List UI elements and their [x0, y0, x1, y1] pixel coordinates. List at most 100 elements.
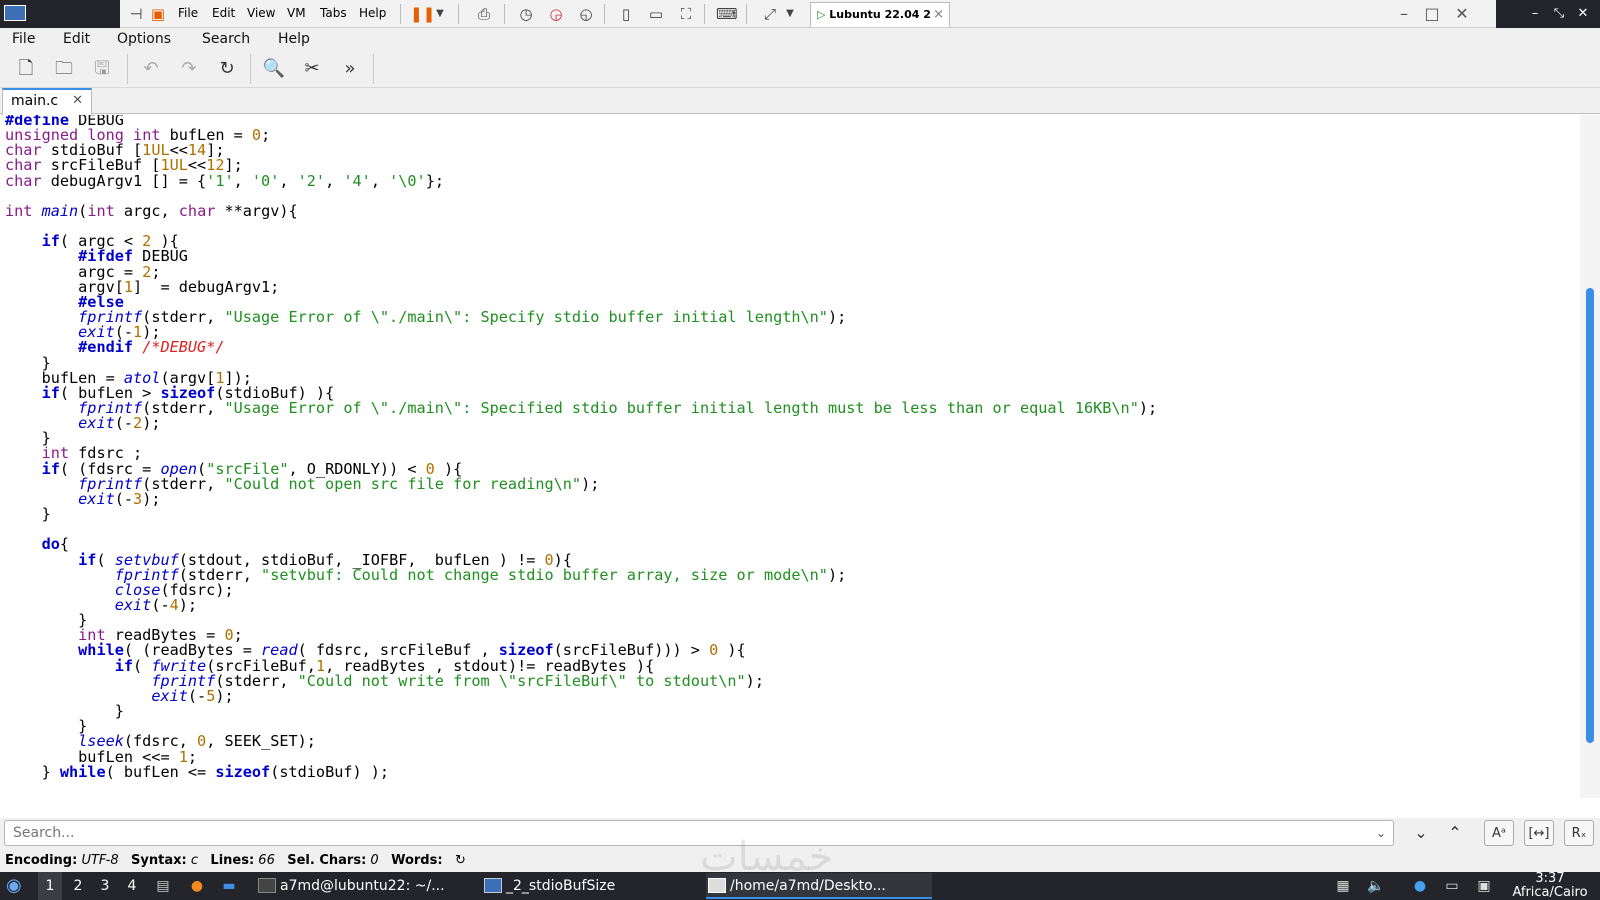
start-menu-icon[interactable]: ◉ — [6, 872, 30, 900]
host-close-icon[interactable]: ✕ — [1574, 4, 1592, 24]
taskbar-window-label: _2_stdioBufSize — [506, 878, 616, 894]
menu-edit[interactable]: Edit — [63, 28, 90, 50]
update-notifier-icon[interactable]: ● — [1410, 876, 1430, 896]
desktop-2[interactable]: 2 — [66, 872, 90, 900]
close-icon[interactable]: × — [933, 7, 944, 22]
selchars-value: 0 — [370, 853, 379, 868]
clock[interactable]: 3:37 Africa/Cairo — [1502, 872, 1598, 900]
whole-word-icon[interactable]: [↔] — [1524, 820, 1554, 846]
selchars-label: Sel. Chars: — [287, 853, 367, 868]
syntax-value: c — [190, 853, 198, 868]
desktop-4[interactable]: 4 — [120, 872, 144, 900]
lines-value: 66 — [258, 853, 275, 868]
find-icon[interactable]: 🔍 — [261, 56, 287, 82]
replace-icon[interactable]: ✂ — [299, 56, 325, 82]
close-window-icon[interactable]: ✕ — [1452, 4, 1472, 24]
minimize-icon[interactable]: – — [1394, 4, 1414, 24]
match-case-icon[interactable]: Aᵃ — [1484, 820, 1514, 846]
snapshot-icon[interactable]: ◷ — [516, 4, 536, 24]
refresh-words-icon[interactable]: ↻ — [455, 853, 466, 868]
taskbar-window-terminal[interactable]: a7md@lubuntu22: ~/... — [256, 873, 466, 899]
terminal-icon — [258, 878, 276, 893]
find-previous-icon[interactable]: ⌃ — [1440, 820, 1470, 846]
scrollbar-thumb[interactable] — [1586, 288, 1594, 743]
vm-menu-file[interactable]: File — [178, 6, 198, 20]
undo-icon[interactable]: ↶ — [138, 56, 164, 82]
tray-app-icon[interactable]: ▦ — [1333, 876, 1353, 896]
show-desktop-icon[interactable]: ▬ — [218, 872, 240, 900]
file-manager-icon[interactable]: ▤ — [152, 872, 174, 900]
desktop-3[interactable]: 3 — [93, 872, 117, 900]
encoding-label: Encoding: — [5, 853, 78, 868]
vm-menu-help[interactable]: Help — [359, 6, 386, 20]
pause-icon[interactable]: ❚❚ — [410, 4, 435, 24]
network-icon[interactable]: ▣ — [1474, 876, 1494, 896]
reload-icon[interactable]: ↻ — [214, 56, 240, 82]
code-text: #define DEBUG unsigned long int bufLen =… — [5, 115, 1158, 781]
firefox-icon[interactable]: ● — [186, 872, 208, 900]
chevron-down-icon[interactable]: ▼ — [430, 4, 450, 24]
lines-label: Lines: — [210, 853, 255, 868]
find-next-icon[interactable]: ⌄ — [1406, 820, 1436, 846]
search-history-chevron-icon[interactable]: ⌄ — [1376, 826, 1386, 840]
vm-library-icon[interactable]: ▣ — [148, 4, 168, 24]
vm-logo-icon[interactable] — [4, 5, 26, 21]
regex-icon[interactable]: Rₓ — [1564, 820, 1594, 846]
separator — [746, 4, 747, 24]
send-keys-icon[interactable]: ⎙ — [474, 4, 494, 24]
vm-menu-tabs[interactable]: Tabs — [320, 6, 347, 20]
taskbar-window-editor[interactable]: /home/a7md/Deskto... — [706, 873, 932, 899]
taskbar-window-label: a7md@lubuntu22: ~/... — [280, 878, 445, 894]
revert-snapshot-icon[interactable]: ◶ — [546, 4, 566, 24]
maximize-icon[interactable]: □ — [1422, 4, 1442, 24]
removable-media-icon[interactable]: ▭ — [1442, 876, 1462, 896]
vm-tab[interactable]: ▷ Lubuntu 22.04 2 × — [810, 2, 950, 27]
host-minimize-icon[interactable]: – — [1526, 4, 1544, 24]
pin-icon[interactable]: ⊣ — [126, 4, 146, 24]
menu-search[interactable]: Search — [202, 28, 250, 50]
snapshot-manager-icon[interactable]: ◵ — [576, 4, 596, 24]
vm-menu-view[interactable]: View — [247, 6, 275, 20]
fullscreen-icon[interactable]: ⛶ — [676, 4, 696, 24]
clock-zone: Africa/Cairo — [1512, 885, 1588, 900]
menu-file[interactable]: File — [12, 28, 35, 50]
separator — [458, 4, 459, 24]
menu-options[interactable]: Options — [117, 28, 171, 50]
new-file-icon[interactable]: 🗋 — [13, 56, 39, 82]
close-tab-icon[interactable]: ✕ — [72, 93, 83, 108]
syntax-label: Syntax: — [131, 853, 187, 868]
separator — [250, 54, 251, 84]
tab-bar — [0, 88, 1600, 114]
chevron-down-icon[interactable]: ▼ — [780, 4, 800, 24]
volume-icon[interactable]: 🔈 — [1366, 876, 1386, 896]
words-label: Words: — [391, 853, 443, 868]
separator — [373, 54, 374, 84]
search-input[interactable] — [4, 820, 1394, 846]
go-to-line-icon[interactable]: » — [337, 56, 363, 82]
vm-menu-edit[interactable]: Edit — [212, 6, 235, 20]
host-restore-icon[interactable]: ⤡ — [1550, 4, 1568, 24]
console-icon[interactable]: ⌨ — [716, 4, 738, 24]
code-editor[interactable]: #define DEBUG unsigned long int bufLen =… — [0, 115, 1580, 798]
stretch-icon[interactable]: ⤢ — [760, 4, 780, 24]
clock-time: 3:37 — [1535, 871, 1565, 886]
separator — [704, 4, 705, 24]
encoding-value: UTF-8 — [81, 853, 119, 868]
open-folder-icon[interactable]: 🗀 — [51, 56, 77, 82]
folder-icon — [484, 878, 502, 893]
save-icon[interactable]: 🖫 — [89, 56, 115, 82]
thumbnail-bar-icon[interactable]: ▭ — [646, 4, 666, 24]
text-editor-icon — [708, 878, 726, 893]
desktop-1[interactable]: 1 — [38, 872, 62, 900]
tab-main-c[interactable]: main.c ✕ — [2, 88, 92, 115]
redo-icon[interactable]: ↷ — [176, 56, 202, 82]
sidebar-toggle-icon[interactable]: ▯ — [616, 4, 636, 24]
vm-menu-vm[interactable]: VM — [287, 6, 306, 20]
separator — [127, 54, 128, 84]
vm-tab-label: Lubuntu 22.04 2 — [829, 8, 931, 21]
separator — [400, 4, 401, 24]
vm-toolbar: ⊣ ▣ File Edit View VM Tabs Help ❚❚ ▼ ⎙ ◷… — [0, 0, 1600, 28]
menu-help[interactable]: Help — [278, 28, 310, 50]
tab-label: main.c — [11, 93, 59, 109]
taskbar-window-folder[interactable]: _2_stdioBufSize — [482, 873, 682, 899]
